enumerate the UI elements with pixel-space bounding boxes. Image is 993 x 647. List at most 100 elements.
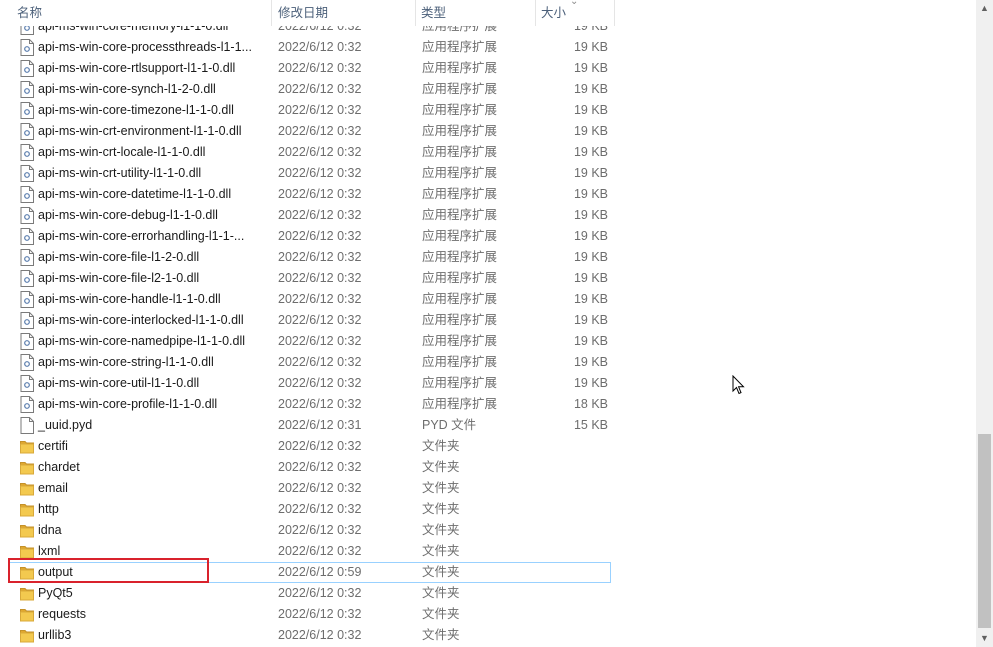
file-date: 2022/6/12 0:32 <box>278 460 362 474</box>
file-date: 2022/6/12 0:32 <box>278 40 362 54</box>
folder-row[interactable]: idna 2022/6/12 0:32 文件夹 <box>8 520 611 541</box>
file-date: 2022/6/12 0:32 <box>278 82 362 96</box>
file-date: 2022/6/12 0:32 <box>278 628 362 642</box>
file-size: 15 KB <box>573 418 608 432</box>
folder-row[interactable]: urllib3 2022/6/12 0:32 文件夹 <box>8 625 611 646</box>
file-date: 2022/6/12 0:32 <box>278 292 362 306</box>
file-type: 应用程序扩展 <box>422 250 498 264</box>
file-row[interactable]: api-ms-win-core-file-l1-2-0.dll 2022/6/12… <box>8 247 611 268</box>
file-name: api-ms-win-core-synch-l1-2-0.dll <box>38 82 216 96</box>
file-type: 应用程序扩展 <box>422 145 498 159</box>
file-row[interactable]: api-ms-win-core-util-l1-1-0.dll 2022/6/12… <box>8 373 611 394</box>
file-type: 应用程序扩展 <box>422 292 498 306</box>
file-list: api-ms-win-core-memory-l1-1-0.dll 2022/6… <box>0 0 976 647</box>
scroll-up-icon[interactable]: ▲ <box>976 0 993 17</box>
file-size: 19 KB <box>573 82 608 96</box>
header-divider[interactable] <box>271 0 272 26</box>
file-row[interactable]: api-ms-win-core-interlocked-l1-1-0.dll 20… <box>8 310 611 331</box>
scroll-thumb[interactable] <box>978 434 991 628</box>
dll-file-icon <box>20 102 34 119</box>
file-row[interactable]: api-ms-win-crt-utility-l1-1-0.dll 2022/6/… <box>8 163 611 184</box>
folder-icon <box>20 564 34 581</box>
file-type: 应用程序扩展 <box>422 166 498 180</box>
file-name: chardet <box>38 460 80 474</box>
file-date: 2022/6/12 0:32 <box>278 208 362 222</box>
header-type[interactable]: 类型 <box>421 0 446 26</box>
folder-icon <box>20 606 34 623</box>
file-row[interactable]: api-ms-win-core-processthreads-l1-1... 20… <box>8 37 611 58</box>
file-row[interactable]: api-ms-win-core-errorhandling-l1-1-... 20… <box>8 226 611 247</box>
file-row[interactable]: api-ms-win-core-synch-l1-2-0.dll 2022/6/1… <box>8 79 611 100</box>
file-row[interactable]: api-ms-win-core-file-l2-1-0.dll 2022/6/12… <box>8 268 611 289</box>
header-size[interactable]: 大小 <box>541 0 566 26</box>
file-size: 19 KB <box>573 250 608 264</box>
folder-row[interactable]: certifi 2022/6/12 0:32 文件夹 <box>8 436 611 457</box>
file-row[interactable]: api-ms-win-core-handle-l1-1-0.dll 2022/6/… <box>8 289 611 310</box>
dll-file-icon <box>20 228 34 245</box>
file-name: api-ms-win-core-file-l2-1-0.dll <box>38 271 200 285</box>
file-date: 2022/6/12 0:32 <box>278 439 362 453</box>
dll-file-icon <box>20 354 34 371</box>
file-row[interactable]: api-ms-win-crt-locale-l1-1-0.dll 2022/6/1… <box>8 142 611 163</box>
file-row[interactable]: api-ms-win-core-namedpipe-l1-1-0.dll 2022… <box>8 331 611 352</box>
file-date: 2022/6/12 0:32 <box>278 607 362 621</box>
folder-row[interactable]: PyQt5 2022/6/12 0:32 文件夹 <box>8 583 611 604</box>
file-name: api-ms-win-crt-environment-l1-1-0.dll <box>38 124 242 138</box>
folder-icon <box>20 522 34 539</box>
file-row[interactable]: api-ms-win-core-profile-l1-1-0.dll 2022/6… <box>8 394 611 415</box>
header-divider[interactable] <box>535 0 536 26</box>
sort-chevron-icon: ⌄ <box>570 0 579 7</box>
dll-file-icon <box>20 333 34 350</box>
file-name: api-ms-win-core-processthreads-l1-1... <box>38 40 252 54</box>
file-name: api-ms-win-core-string-l1-1-0.dll <box>38 355 214 369</box>
file-type: 文件夹 <box>422 628 460 642</box>
file-row[interactable]: _uuid.pyd 2022/6/12 0:31 PYD 文件 15 KB <box>8 415 611 436</box>
folder-row[interactable]: email 2022/6/12 0:32 文件夹 <box>8 478 611 499</box>
dll-file-icon <box>20 249 34 266</box>
file-type: PYD 文件 <box>422 418 477 432</box>
file-row[interactable]: api-ms-win-core-timezone-l1-1-0.dll 2022/… <box>8 100 611 121</box>
vertical-scrollbar[interactable]: ▲ ▼ <box>976 0 993 647</box>
dll-file-icon <box>20 396 34 413</box>
file-type: 应用程序扩展 <box>422 40 498 54</box>
file-name: api-ms-win-core-rtlsupport-l1-1-0.dll <box>38 61 236 75</box>
folder-row[interactable]: lxml 2022/6/12 0:32 文件夹 <box>8 541 611 562</box>
file-row[interactable]: api-ms-win-core-debug-l1-1-0.dll 2022/6/1… <box>8 205 611 226</box>
file-type: 应用程序扩展 <box>422 397 498 411</box>
dll-file-icon <box>20 165 34 182</box>
folder-row[interactable]: output 2022/6/12 0:59 文件夹 <box>8 562 611 583</box>
header-name[interactable]: 名称 <box>17 0 42 26</box>
file-date: 2022/6/12 0:32 <box>278 229 362 243</box>
folder-row[interactable]: http 2022/6/12 0:32 文件夹 <box>8 499 611 520</box>
folder-row[interactable]: chardet 2022/6/12 0:32 文件夹 <box>8 457 611 478</box>
file-date: 2022/6/12 0:32 <box>278 502 362 516</box>
file-row[interactable]: api-ms-win-crt-environment-l1-1-0.dll 202… <box>8 121 611 142</box>
file-name: api-ms-win-core-namedpipe-l1-1-0.dll <box>38 334 246 348</box>
file-name: api-ms-win-crt-locale-l1-1-0.dll <box>38 145 206 159</box>
file-row[interactable]: api-ms-win-core-rtlsupport-l1-1-0.dll 202… <box>8 58 611 79</box>
scroll-down-icon[interactable]: ▼ <box>976 630 993 647</box>
file-type: 应用程序扩展 <box>422 208 498 222</box>
dll-file-icon <box>20 270 34 287</box>
header-date[interactable]: 修改日期 <box>278 0 328 26</box>
header-divider[interactable] <box>614 0 615 26</box>
header-divider[interactable] <box>415 0 416 26</box>
file-size: 19 KB <box>573 313 608 327</box>
file-size: 19 KB <box>573 61 608 75</box>
file-date: 2022/6/12 0:59 <box>278 565 362 579</box>
folder-row[interactable]: requests 2022/6/12 0:32 文件夹 <box>8 604 611 625</box>
dll-file-icon <box>20 312 34 329</box>
file-type: 文件夹 <box>422 460 460 474</box>
file-name: output <box>38 565 73 579</box>
folder-icon <box>20 438 34 455</box>
file-name: idna <box>38 523 62 537</box>
file-name: urllib3 <box>38 628 72 642</box>
file-date: 2022/6/12 0:32 <box>278 124 362 138</box>
dll-file-icon <box>20 207 34 224</box>
file-row[interactable]: api-ms-win-core-string-l1-1-0.dll 2022/6/… <box>8 352 611 373</box>
file-date: 2022/6/12 0:32 <box>278 586 362 600</box>
file-size: 19 KB <box>573 334 608 348</box>
file-type: 文件夹 <box>422 544 460 558</box>
folder-icon <box>20 585 34 602</box>
file-row[interactable]: api-ms-win-core-datetime-l1-1-0.dll 2022/… <box>8 184 611 205</box>
